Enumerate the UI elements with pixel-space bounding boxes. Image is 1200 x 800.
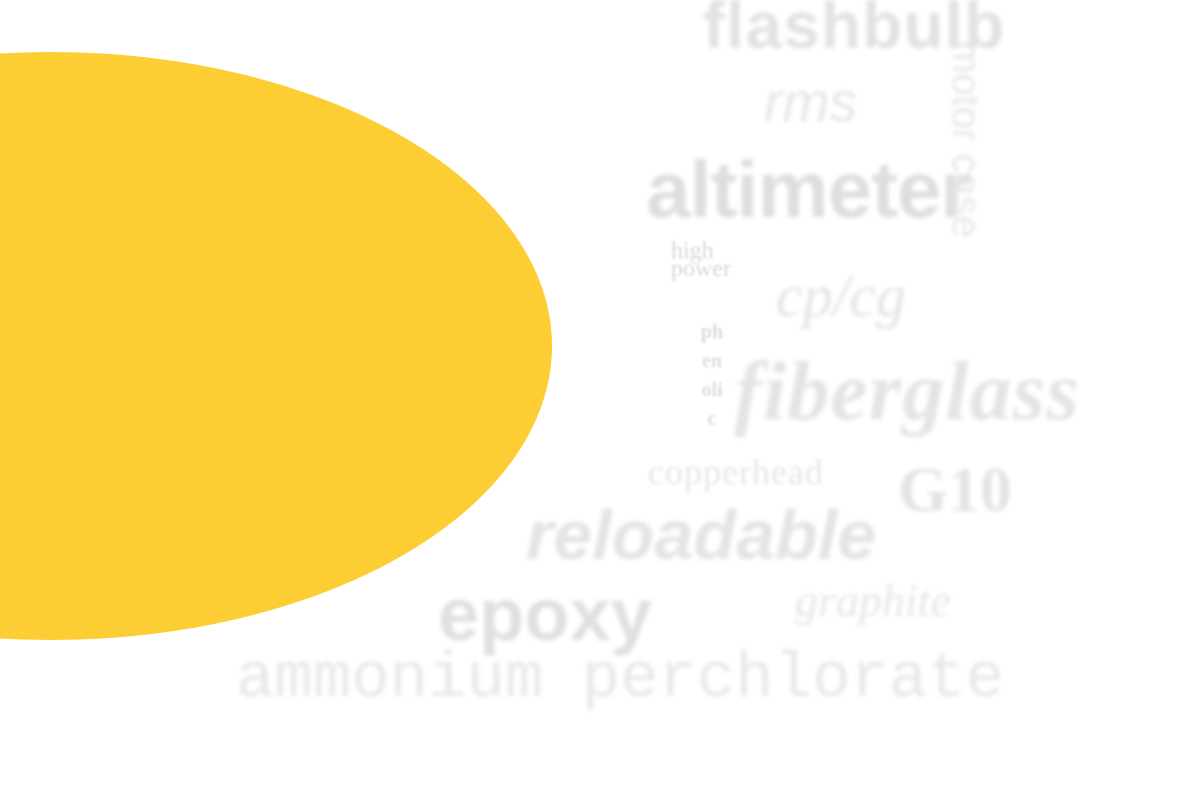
word-ammonium-perchlorate: ammonium perchlorate (236, 644, 1005, 716)
word-graphite: graphite (795, 575, 951, 626)
yellow-blob (0, 52, 552, 640)
word-high-power: high power (671, 239, 731, 282)
word-phenolic: phenolic (700, 321, 724, 430)
word-power: power (671, 256, 731, 282)
hero-stage: flashbulb rms altimeter motor case high … (0, 0, 1200, 800)
word-cp-cg: cp/cg (776, 263, 906, 329)
word-g10: G10 (898, 454, 1012, 525)
word-fiberglass: fiberglass (734, 345, 1080, 438)
word-copperhead: copperhead (648, 452, 824, 492)
word-altimeter: altimeter (646, 145, 971, 234)
word-reloadable: reloadable (526, 496, 877, 574)
word-epoxy: epoxy (438, 573, 652, 656)
word-vertical: motor case (944, 40, 988, 238)
word-rms: rms (764, 70, 858, 133)
